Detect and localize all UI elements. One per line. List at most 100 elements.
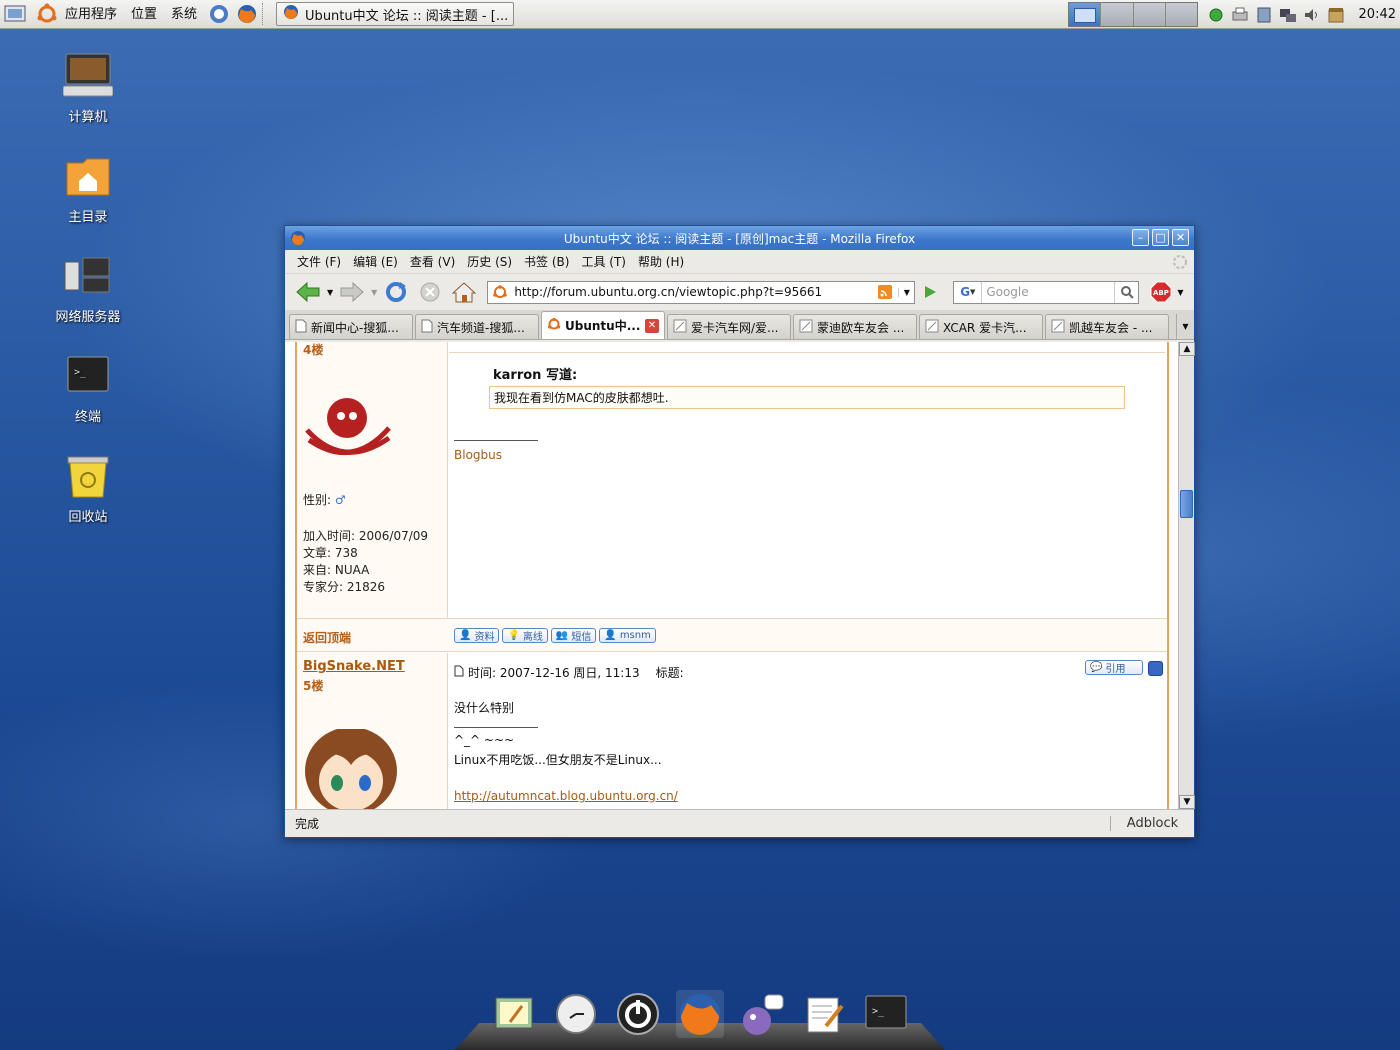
menu-help[interactable]: 帮助 (H) bbox=[632, 253, 690, 270]
go-button[interactable] bbox=[919, 278, 941, 306]
show-desktop-icon[interactable] bbox=[4, 3, 26, 25]
dock-clock-icon[interactable] bbox=[552, 990, 600, 1038]
dock-text-editor-icon[interactable] bbox=[800, 990, 848, 1038]
search-input[interactable]: Google bbox=[982, 285, 1114, 299]
tab-close-button[interactable]: ✕ bbox=[645, 318, 659, 333]
clock[interactable]: 20:42 bbox=[1359, 0, 1396, 29]
tab-ubuntu-forum[interactable]: Ubuntu中... ✕ bbox=[541, 311, 665, 339]
tab-sohu-auto[interactable]: 汽车频道-搜狐... bbox=[415, 314, 539, 339]
tab-xcar-2[interactable]: XCAR 爱卡汽... bbox=[919, 314, 1043, 339]
reload-button[interactable] bbox=[381, 278, 411, 306]
scroll-down-arrow-icon[interactable]: ▼ bbox=[1179, 795, 1195, 809]
tab-bar: 新闻中心-搜狐... 汽车频道-搜狐... Ubuntu中... ✕ 爱卡汽车网… bbox=[285, 310, 1194, 340]
dock-firefox-icon[interactable] bbox=[676, 990, 724, 1038]
adblock-status-button[interactable]: Adblock bbox=[1110, 816, 1194, 831]
signature-separator bbox=[454, 440, 538, 441]
post-username[interactable]: BigSnake.NET bbox=[303, 659, 405, 674]
rss-feed-icon[interactable] bbox=[878, 285, 893, 299]
desktop-icon-network[interactable]: 网络服务器 bbox=[38, 250, 138, 325]
tab-sohu-news[interactable]: 新闻中心-搜狐... bbox=[289, 314, 413, 339]
updates-icon[interactable] bbox=[1326, 5, 1346, 25]
tab-mondeo-club[interactable]: 蒙迪欧车友会 ... bbox=[793, 314, 917, 339]
taskbar-window-title: Ubuntu中文 论坛 :: 阅读主题 - [... bbox=[305, 8, 509, 24]
back-to-top-link[interactable]: 返回顶端 bbox=[303, 629, 351, 646]
network-status-icon[interactable] bbox=[1206, 5, 1226, 25]
search-icon[interactable] bbox=[1114, 281, 1138, 303]
scrollbar-thumb[interactable] bbox=[1180, 490, 1193, 518]
edit-post-icon[interactable] bbox=[1148, 661, 1163, 676]
dock-notes-icon[interactable] bbox=[490, 990, 538, 1038]
back-history-dropdown-icon[interactable]: ▼ bbox=[327, 288, 333, 297]
url-dropdown-icon[interactable]: ▼ bbox=[898, 287, 914, 297]
profile-button[interactable]: 👤 资料 bbox=[454, 628, 500, 643]
adblock-dropdown-icon[interactable]: ▼ bbox=[1177, 288, 1183, 297]
menu-history[interactable]: 历史 (S) bbox=[461, 253, 518, 270]
signature-blog-link[interactable]: http://autumncat.blog.ubuntu.org.cn/ bbox=[454, 789, 678, 803]
forward-button[interactable] bbox=[337, 278, 367, 306]
desktop-icon-terminal[interactable]: >_ 终端 bbox=[38, 350, 138, 425]
workspace-2[interactable] bbox=[1101, 3, 1134, 26]
menu-view[interactable]: 查看 (V) bbox=[404, 253, 461, 270]
minimize-button[interactable]: – bbox=[1132, 229, 1149, 246]
workspace-4[interactable] bbox=[1165, 3, 1197, 26]
close-button[interactable]: ✕ bbox=[1172, 229, 1189, 246]
tab-excelle-club[interactable]: 凯越车友会 - ... bbox=[1045, 314, 1169, 339]
quote-box: 我现在看到仿MAC的皮肤都想吐. bbox=[489, 386, 1125, 409]
private-message-button[interactable]: 👥 短信 bbox=[550, 628, 597, 643]
post-author-column: 4楼 性别: ♂ 加入时间: 2006/07/09 文章: 738 来自: NU… bbox=[297, 342, 448, 618]
window-title: Ubuntu中文 论坛 :: 阅读主题 - [原创]mac主题 - Mozill… bbox=[563, 231, 916, 246]
search-bar[interactable]: G ▼ Google bbox=[953, 280, 1140, 304]
post-author-column: BigSnake.NET 5楼 bbox=[297, 653, 448, 809]
menu-file[interactable]: 文件 (F) bbox=[291, 253, 347, 270]
menu-edit[interactable]: 编辑 (E) bbox=[347, 253, 404, 270]
back-button[interactable] bbox=[293, 278, 323, 306]
workspace-switcher[interactable] bbox=[1068, 2, 1198, 27]
dock-pidgin-icon[interactable] bbox=[738, 990, 786, 1038]
offline-status-button[interactable]: 💡 离线 bbox=[502, 628, 548, 643]
firefox-icon bbox=[290, 230, 306, 246]
menu-system[interactable]: 系统 bbox=[164, 0, 204, 29]
home-button[interactable] bbox=[449, 278, 479, 306]
author-location: 来自: NUAA bbox=[303, 563, 370, 577]
signature-link[interactable]: Blogbus bbox=[454, 448, 502, 462]
mail-client-launcher-icon[interactable] bbox=[208, 3, 230, 25]
quote-reply-button[interactable]: 💬 引用 bbox=[1085, 660, 1143, 675]
forward-history-dropdown-icon[interactable]: ▼ bbox=[371, 288, 377, 297]
network-manager-icon[interactable] bbox=[1278, 5, 1298, 25]
msn-button[interactable]: 👤 msnm bbox=[599, 628, 656, 643]
dock-terminal-icon[interactable]: >_ bbox=[862, 990, 910, 1038]
tab-label: XCAR 爱卡汽... bbox=[943, 320, 1027, 335]
taskbar-firefox-window[interactable]: Ubuntu中文 论坛 :: 阅读主题 - [... bbox=[276, 2, 515, 26]
volume-icon[interactable] bbox=[1302, 5, 1322, 25]
tab-list-dropdown-icon[interactable]: ▼ bbox=[1176, 314, 1194, 339]
desktop-icon-computer[interactable]: 计算机 bbox=[38, 50, 138, 125]
firefox-launcher-icon[interactable] bbox=[236, 3, 258, 25]
menu-tools[interactable]: 工具 (T) bbox=[575, 253, 632, 270]
menu-bookmarks[interactable]: 书签 (B) bbox=[518, 253, 575, 270]
msn-icon: 👤 bbox=[604, 630, 617, 641]
post-divider bbox=[449, 352, 1165, 353]
desktop-icon-trash[interactable]: 回收站 bbox=[38, 450, 138, 525]
workspace-1[interactable] bbox=[1069, 3, 1102, 26]
vertical-scrollbar[interactable]: ▲ ▼ bbox=[1178, 342, 1195, 809]
google-engine-icon[interactable]: G ▼ bbox=[954, 281, 983, 303]
window-titlebar[interactable]: Ubuntu中文 论坛 :: 阅读主题 - [原创]mac主题 - Mozill… bbox=[285, 226, 1194, 250]
anime-avatar-image bbox=[303, 727, 399, 809]
adblock-plus-button[interactable]: ABP bbox=[1149, 278, 1173, 306]
ubuntu-logo-icon[interactable] bbox=[36, 3, 58, 25]
tab-xcar[interactable]: 爱卡汽车网/爱... bbox=[667, 314, 791, 339]
back-arrow-icon bbox=[296, 281, 320, 303]
menu-applications[interactable]: 应用程序 bbox=[58, 0, 124, 29]
url-text[interactable]: http://forum.ubuntu.org.cn/viewtopic.php… bbox=[514, 285, 872, 299]
dock-shutdown-icon[interactable] bbox=[614, 990, 662, 1038]
menu-places[interactable]: 位置 bbox=[124, 0, 164, 29]
printer-icon[interactable] bbox=[1230, 5, 1250, 25]
stop-button[interactable] bbox=[415, 278, 445, 306]
maximize-button[interactable]: □ bbox=[1152, 229, 1169, 246]
workspace-3[interactable] bbox=[1133, 3, 1166, 26]
device-manager-icon[interactable] bbox=[1254, 5, 1274, 25]
scroll-up-arrow-icon[interactable]: ▲ bbox=[1179, 342, 1195, 356]
desktop-icon-home[interactable]: 主目录 bbox=[38, 150, 138, 225]
url-bar[interactable]: http://forum.ubuntu.org.cn/viewtopic.php… bbox=[487, 280, 916, 304]
home-icon bbox=[452, 282, 477, 303]
